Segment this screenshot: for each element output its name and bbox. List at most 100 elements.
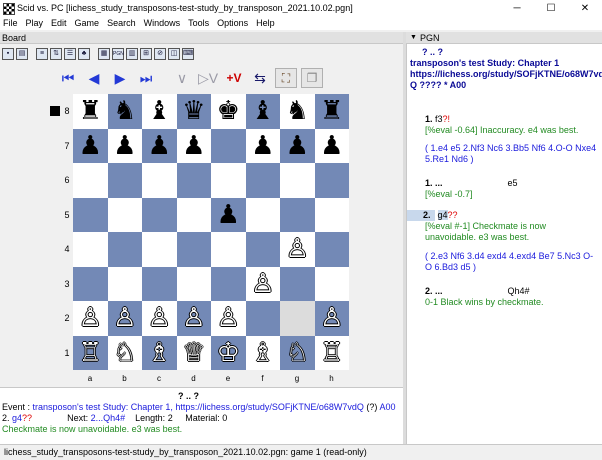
square-a1[interactable]: ♖ [73,335,108,370]
maximize-button[interactable]: ☐ [534,0,568,16]
white-piece[interactable]: ♙ [79,305,102,331]
white-piece[interactable]: ♗ [148,340,171,366]
white-piece[interactable]: ♕ [182,340,205,366]
square-f8[interactable]: ♝ [245,94,280,129]
tree-icon[interactable]: ♣ [78,48,90,60]
square-a2[interactable]: ♙ [73,301,108,336]
square-d1[interactable]: ♕ [176,335,211,370]
square-g3[interactable] [280,266,315,301]
pgn-move[interactable]: e5 [508,178,518,188]
square-f6[interactable] [245,163,280,198]
square-f7[interactable]: ♟ [245,128,280,163]
square-d3[interactable] [176,266,211,301]
event-link[interactable]: transposon's test Study: Chapter 1, http… [33,402,364,412]
square-h5[interactable] [314,197,349,232]
white-piece[interactable]: ♙ [148,305,171,331]
setup-board-button[interactable]: ⛶ [275,68,297,88]
book-icon[interactable]: ◫ [168,48,180,60]
square-h6[interactable] [314,163,349,198]
black-piece[interactable]: ♟ [113,133,136,159]
computer-icon[interactable]: ⌨ [182,48,194,60]
square-c7[interactable]: ♟ [142,128,177,163]
pgn-move[interactable]: Qh4# [508,286,530,296]
square-g8[interactable]: ♞ [280,94,315,129]
square-d6[interactable] [176,163,211,198]
square-a6[interactable] [73,163,108,198]
square-f4[interactable] [245,232,280,267]
square-c1[interactable]: ♗ [142,335,177,370]
pgn-variation[interactable]: ( 1.e4 e5 2.Nf3 Nc6 3.Bb5 Nf6 4.O-O Nxe4… [425,143,598,165]
no-icon[interactable]: ⊘ [154,48,166,60]
square-e1[interactable]: ♔ [211,335,246,370]
square-h3[interactable] [314,266,349,301]
white-piece[interactable]: ♙ [286,236,309,262]
square-e8[interactable]: ♚ [211,94,246,129]
black-piece[interactable]: ♟ [148,133,171,159]
flip-icon[interactable]: ⇅ [50,48,62,60]
back-button[interactable]: ◀ [83,68,105,88]
black-piece[interactable]: ♜ [320,98,343,124]
square-c6[interactable] [142,163,177,198]
last-move-button[interactable]: ⏭ [135,68,157,88]
pgn-tab[interactable]: PGN [420,33,440,43]
square-d5[interactable] [176,197,211,232]
square-e4[interactable] [211,232,246,267]
square-g2[interactable] [280,301,315,336]
white-piece[interactable]: ♘ [113,340,136,366]
square-d2[interactable]: ♙ [176,301,211,336]
square-a3[interactable] [73,266,108,301]
pgn-move[interactable]: g4 [437,210,448,220]
menu-game[interactable]: Game [72,18,105,28]
window-icon[interactable]: ▦ [98,48,110,60]
white-piece[interactable]: ♙ [217,305,240,331]
white-piece[interactable]: ♙ [251,271,274,297]
menu-help[interactable]: Help [253,18,280,28]
menu-file[interactable]: File [0,18,23,28]
layout-icon[interactable]: ≡ [36,48,48,60]
square-c8[interactable]: ♝ [142,94,177,129]
square-c3[interactable] [142,266,177,301]
current-move-highlight[interactable]: 2. [407,210,435,221]
square-b1[interactable]: ♘ [107,335,142,370]
black-piece[interactable]: ♛ [182,98,205,124]
pgn-icon[interactable]: PGN [112,48,124,60]
white-piece[interactable]: ♖ [320,340,343,366]
square-f1[interactable]: ♗ [245,335,280,370]
square-b6[interactable] [107,163,142,198]
white-piece[interactable]: ♔ [217,340,240,366]
square-d7[interactable]: ♟ [176,128,211,163]
white-piece[interactable]: ♙ [320,305,343,331]
white-piece[interactable]: ♖ [79,340,102,366]
square-f3[interactable]: ♙ [245,266,280,301]
square-e2[interactable]: ♙ [211,301,246,336]
square-b2[interactable]: ♙ [107,301,142,336]
square-h8[interactable]: ♜ [314,94,349,129]
black-piece[interactable]: ♞ [113,98,136,124]
square-g1[interactable]: ♘ [280,335,315,370]
pgn-variation[interactable]: ( 2.e3 Nf6 3.d4 exd4 4.exd4 Be7 5.Nc3 O-… [425,251,598,273]
square-g6[interactable] [280,163,315,198]
square-h1[interactable]: ♖ [314,335,349,370]
square-e3[interactable] [211,266,246,301]
forward-button[interactable]: ▶ [109,68,131,88]
square-a5[interactable] [73,197,108,232]
white-piece[interactable]: ♗ [251,340,274,366]
flip-board-button[interactable]: ⇆ [249,68,271,88]
board-tab[interactable]: Board [2,33,26,43]
pgn-site[interactable]: https://lichess.org/study/SOFjKTNE/o68W7… [410,69,602,80]
square-b3[interactable] [107,266,142,301]
square-f2[interactable] [245,301,280,336]
square-f5[interactable] [245,197,280,232]
close-button[interactable]: ✕ [568,0,602,16]
white-piece[interactable]: ♙ [113,305,136,331]
square-d4[interactable] [176,232,211,267]
black-piece[interactable]: ♟ [217,202,240,228]
stats-icon[interactable]: ▥ [126,48,138,60]
menu-tools[interactable]: Tools [185,18,214,28]
print-icon[interactable]: ▤ [16,48,28,60]
save-icon[interactable]: ▪ [2,48,14,60]
copy-button[interactable]: ❐ [301,68,323,88]
square-e7[interactable] [211,128,246,163]
square-c5[interactable] [142,197,177,232]
white-piece[interactable]: ♙ [182,305,205,331]
